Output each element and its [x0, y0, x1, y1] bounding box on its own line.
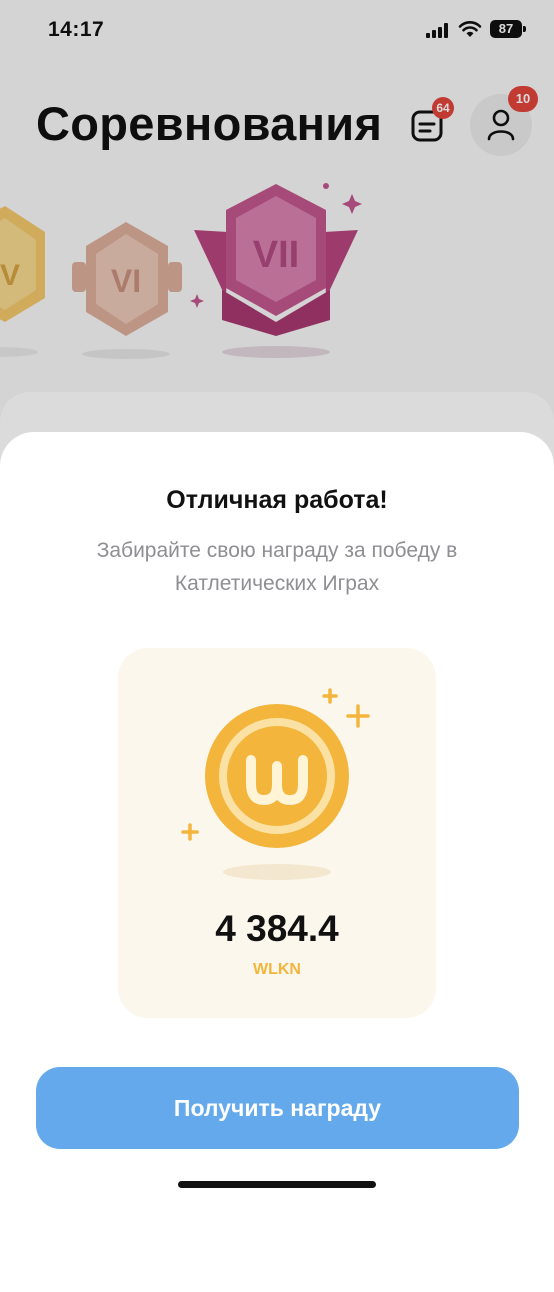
reward-subtitle: Забирайте свою награду за победу в Катле… — [96, 539, 458, 595]
claim-reward-button[interactable]: Получить награду — [36, 1067, 519, 1149]
reward-title: Отличная работа! — [166, 486, 388, 514]
reward-amount: 4 384.4 — [215, 908, 339, 949]
reward-currency: WLKN — [253, 961, 301, 978]
home-indicator[interactable] — [178, 1181, 376, 1188]
coin-icon — [181, 688, 370, 880]
